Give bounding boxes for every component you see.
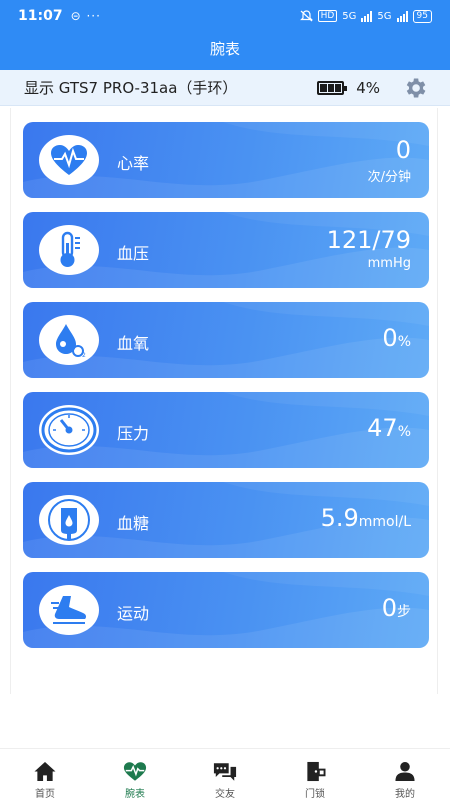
metric-value: 0 次/分钟 — [368, 136, 411, 185]
gear-icon[interactable] — [402, 75, 428, 101]
nav-item-friends[interactable]: 交友 — [180, 749, 270, 800]
metric-card-blood-sugar[interactable]: 血糖 5.9mmol/L — [23, 482, 429, 558]
nav-label: 腕表 — [125, 789, 145, 800]
icon-circle — [39, 585, 99, 635]
status-right-icons: HD 5G 5G 95 — [299, 9, 432, 23]
oxygen-drop-icon: 2 — [56, 324, 86, 358]
gauge-icon — [41, 407, 97, 453]
metric-unit: mmHg — [367, 256, 411, 271]
metric-card-heart-rate[interactable]: 心率 0 次/分钟 — [23, 122, 429, 198]
metric-unit: mmol/L — [358, 514, 411, 530]
metric-label: 血氧 — [117, 334, 150, 353]
heart-pulse-icon — [123, 762, 147, 781]
metric-unit: 次/分钟 — [367, 170, 411, 185]
nav-item-watch[interactable]: 腕表 — [90, 749, 180, 800]
status-battery: 95 — [412, 9, 432, 23]
metric-number: 0 — [382, 324, 398, 352]
bottom-navigation: 首页 腕表 交友 门锁 我的 — [0, 748, 450, 800]
status-bar: 11:07 ⊝ ··· HD 5G 5G 95 — [0, 0, 450, 32]
metric-list: 心率 0 次/分钟 血压 121/79 mmHg 2 血氧 0% 压力 47% … — [10, 108, 438, 694]
status-time: 11:07 — [18, 8, 63, 24]
nav-label: 首页 — [35, 789, 55, 800]
metric-value: 5.9mmol/L — [321, 504, 411, 532]
metric-value: 0步 — [382, 594, 411, 622]
metric-number: 0 — [395, 136, 411, 164]
svg-text:2: 2 — [82, 352, 86, 358]
top-bar: 11:07 ⊝ ··· HD 5G 5G 95 腕表 — [0, 0, 450, 70]
chat-icon — [213, 763, 237, 781]
metric-card-blood-pressure[interactable]: 血压 121/79 mmHg — [23, 212, 429, 288]
metric-unit: % — [397, 424, 411, 440]
nav-item-profile[interactable]: 我的 — [360, 749, 450, 800]
icon-circle — [39, 495, 99, 545]
metric-card-stress[interactable]: 压力 47% — [23, 392, 429, 468]
device-bar: 显示 GTS7 PRO-31aa（手环） 4% — [0, 70, 450, 106]
metric-number: 47 — [367, 414, 398, 442]
device-battery: 4% — [317, 75, 428, 101]
icon-circle: 2 — [39, 315, 99, 365]
blood-bag-icon — [48, 499, 90, 541]
nav-label: 门锁 — [305, 789, 325, 800]
metric-card-exercise[interactable]: 运动 0步 — [23, 572, 429, 648]
icon-circle — [39, 225, 99, 275]
metric-label: 压力 — [117, 424, 150, 443]
metric-label: 血压 — [117, 244, 150, 263]
signal-icon — [361, 10, 373, 22]
metric-label: 运动 — [117, 604, 150, 623]
icon-circle — [39, 405, 99, 455]
metric-number: 0 — [381, 594, 397, 622]
battery-icon — [317, 80, 348, 95]
metric-card-blood-oxygen[interactable]: 2 血氧 0% — [23, 302, 429, 378]
hd-badge: HD — [317, 10, 338, 22]
person-icon — [395, 761, 415, 782]
metric-unit: % — [397, 334, 411, 350]
network-5g-label: 5G — [342, 10, 357, 22]
nav-item-door-lock[interactable]: 门锁 — [270, 749, 360, 800]
home-icon — [34, 761, 56, 782]
icon-circle — [39, 135, 99, 185]
thermometer-icon — [60, 231, 80, 267]
nav-item-home[interactable]: 首页 — [0, 749, 90, 800]
metric-label: 血糖 — [117, 514, 150, 533]
mute-icon — [299, 10, 313, 22]
shoe-icon — [51, 596, 87, 624]
battery-percent: 4% — [356, 78, 380, 97]
metric-label: 心率 — [117, 154, 150, 173]
heart-rate-icon — [51, 145, 87, 175]
nav-label: 我的 — [395, 789, 415, 800]
door-lock-icon — [307, 761, 326, 782]
nav-label: 交友 — [215, 789, 235, 800]
device-name[interactable]: 显示 GTS7 PRO-31aa（手环） — [24, 77, 237, 98]
metric-value: 47% — [367, 414, 411, 442]
metric-value: 0% — [382, 324, 411, 352]
metric-number: 121/79 — [326, 226, 411, 254]
status-notification-icons: ⊝ ··· — [70, 9, 101, 23]
metric-value: 121/79 mmHg — [327, 226, 411, 271]
page-title: 腕表 — [209, 40, 240, 58]
metric-unit: 步 — [397, 604, 411, 620]
signal-icon-2 — [396, 10, 408, 22]
metric-number: 5.9 — [320, 504, 359, 532]
network-5g-label-2: 5G — [377, 10, 392, 22]
